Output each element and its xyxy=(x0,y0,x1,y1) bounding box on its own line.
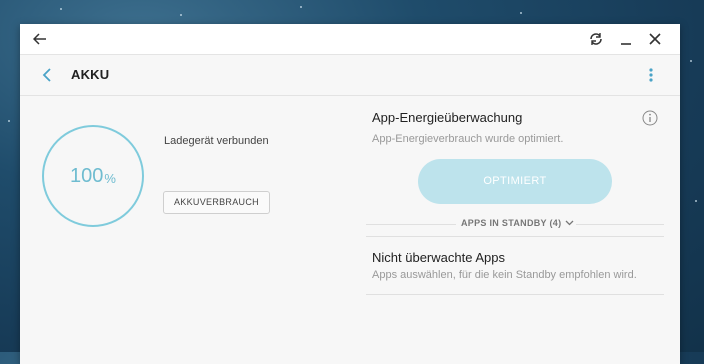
app-bar: AKKU xyxy=(20,55,680,96)
background-star xyxy=(695,200,697,202)
back-chevron-icon[interactable] xyxy=(36,64,58,86)
minimize-icon[interactable] xyxy=(615,28,637,50)
chevron-down-icon xyxy=(565,220,574,226)
background-star xyxy=(690,60,692,62)
info-icon[interactable] xyxy=(642,110,658,126)
optimize-button[interactable]: OPTIMIERT xyxy=(418,159,612,204)
apps-in-standby-toggle[interactable]: APPS IN STANDBY (4) xyxy=(461,218,574,228)
divider xyxy=(366,294,664,295)
unmonitored-apps-subtitle: Apps auswählen, für die kein Standby emp… xyxy=(372,269,637,281)
charger-status: Ladegerät verbunden xyxy=(164,135,269,147)
divider xyxy=(366,236,664,237)
divider xyxy=(366,224,456,225)
apps-in-standby-label: APPS IN STANDBY (4) xyxy=(461,218,562,228)
background-star xyxy=(520,12,522,14)
unmonitored-apps-title[interactable]: Nicht überwachte Apps xyxy=(372,250,505,265)
arrow-left-icon[interactable] xyxy=(29,28,51,50)
battery-level-ring: 100 % xyxy=(42,125,144,227)
background-star xyxy=(8,120,10,122)
rotate-icon[interactable] xyxy=(585,28,607,50)
divider xyxy=(576,224,664,225)
battery-level-unit: % xyxy=(104,171,116,186)
battery-usage-button[interactable]: AKKUVERBRAUCH xyxy=(163,191,270,214)
window-titlebar xyxy=(20,24,680,55)
power-monitor-subtitle: App-Energieverbrauch wurde optimiert. xyxy=(372,133,564,145)
battery-window: AKKU 100 % Ladegerät verbunden AKKUVERBR… xyxy=(20,24,680,364)
close-icon[interactable] xyxy=(644,28,666,50)
more-options-icon[interactable] xyxy=(640,64,662,86)
battery-level-value: 100 xyxy=(70,164,104,187)
background-star xyxy=(300,6,302,8)
page-title: AKKU xyxy=(71,67,110,82)
power-monitor-title: App-Energieüberwachung xyxy=(372,110,523,125)
background-star xyxy=(60,8,62,10)
background-star xyxy=(180,14,182,16)
